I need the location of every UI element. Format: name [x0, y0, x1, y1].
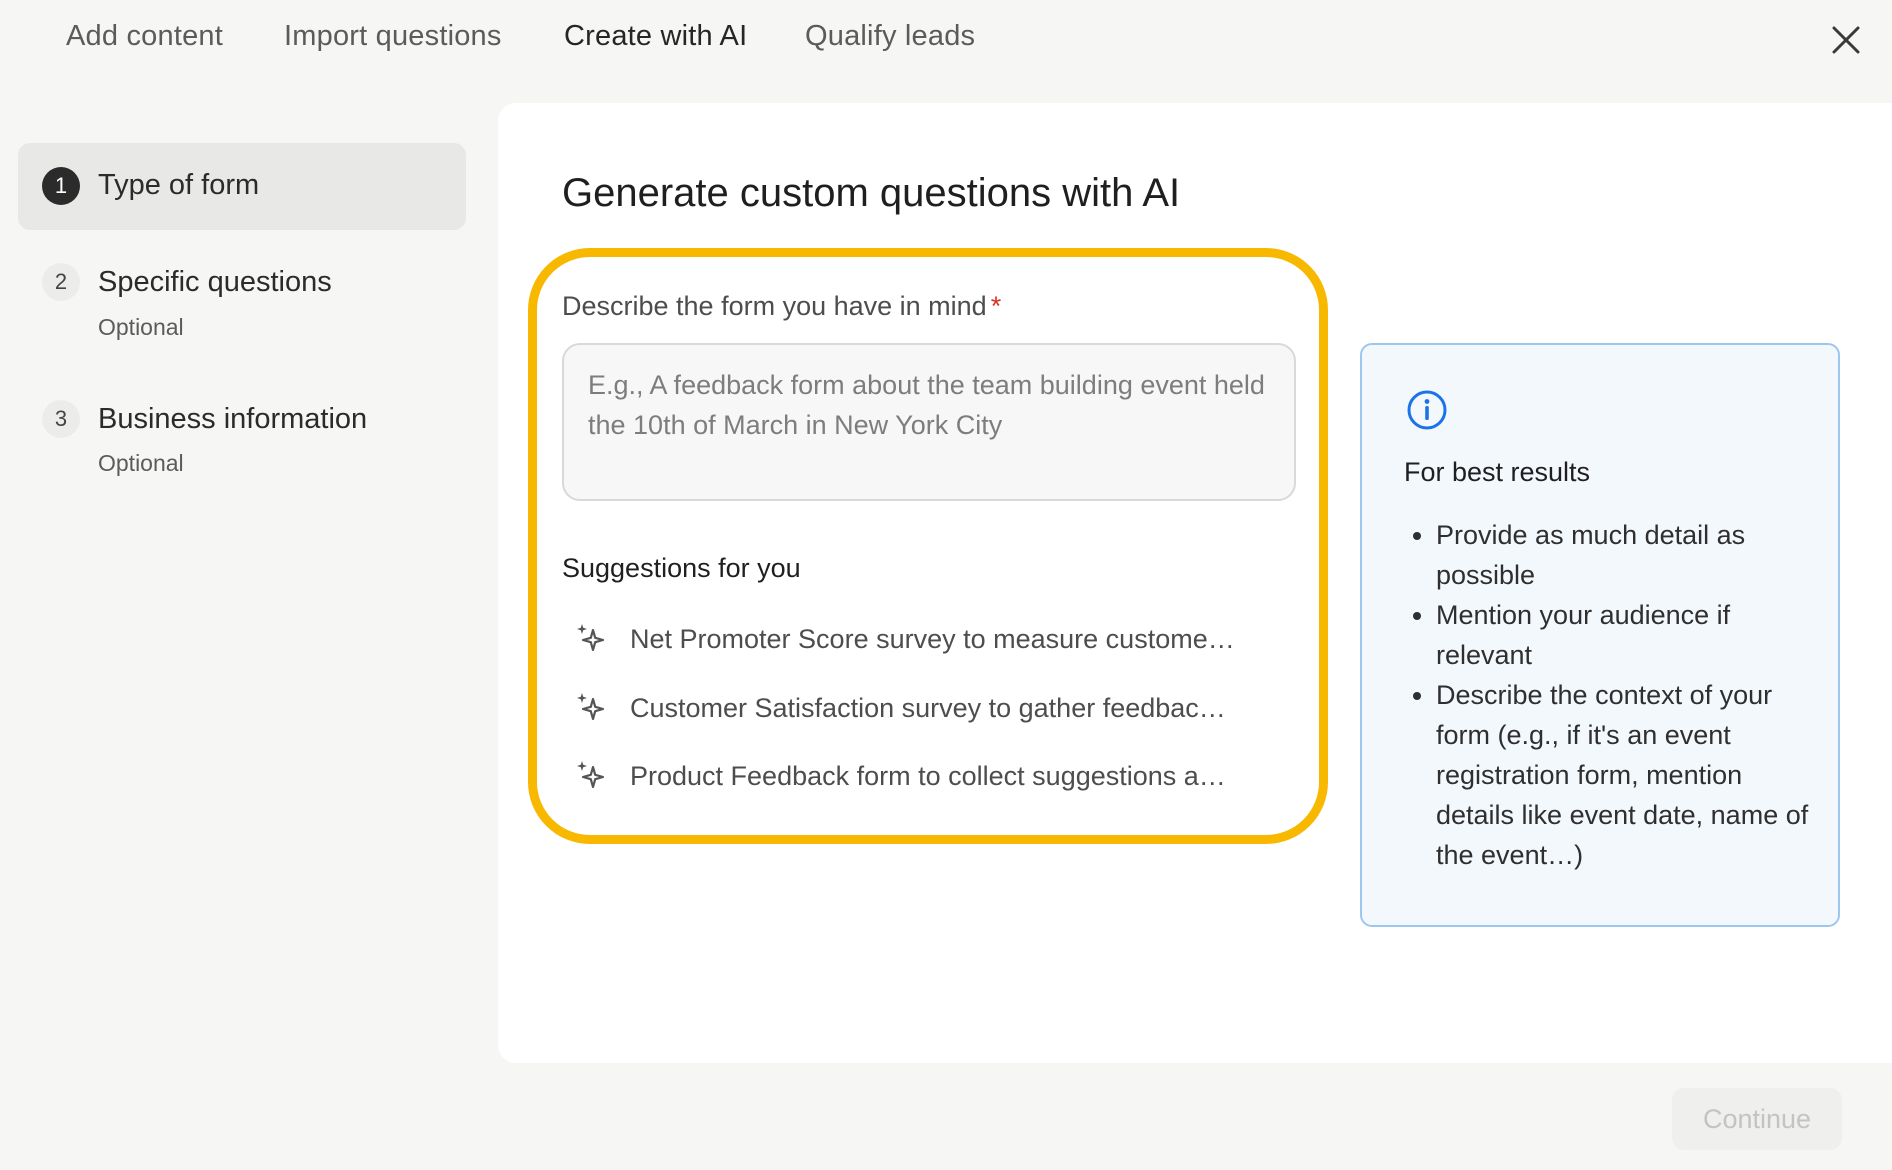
tab-import-questions[interactable]: Import questions	[284, 20, 502, 53]
step-number: 3	[42, 400, 80, 438]
suggestions-heading: Suggestions for you	[562, 553, 801, 583]
step-type-of-form[interactable]: 1 Type of form	[18, 143, 466, 230]
tip-item: Provide as much detail as possible	[1436, 515, 1826, 595]
sparkle-icon	[577, 693, 605, 721]
suggestion-text: Product Feedback form to collect suggest…	[630, 760, 1226, 791]
step-title: Specific questions	[98, 266, 332, 298]
step-subtitle: Optional	[98, 314, 184, 340]
main-panel: Generate custom questions with AI Descri…	[498, 103, 1892, 1063]
step-specific-questions[interactable]: 2 Specific questions Optional	[18, 250, 466, 350]
tab-qualify-leads[interactable]: Qualify leads	[805, 20, 975, 53]
sparkle-icon	[577, 761, 605, 789]
form-description-label: Describe the form you have in mind *	[562, 291, 1001, 322]
form-description-label-text: Describe the form you have in mind	[562, 291, 987, 321]
step-number: 2	[42, 263, 80, 301]
step-subtitle: Optional	[98, 450, 184, 476]
close-button[interactable]	[1828, 22, 1864, 58]
create-with-ai-dialog: Add content Import questions Create with…	[0, 0, 1892, 1170]
page-title: Generate custom questions with AI	[562, 171, 1181, 215]
sparkle-icon	[577, 624, 605, 652]
info-icon	[1407, 390, 1447, 430]
step-number: 1	[42, 167, 80, 205]
step-title: Business information	[98, 403, 368, 435]
tip-item: Describe the context of your form (e.g.,…	[1436, 675, 1826, 875]
suggestion-text: Net Promoter Score survey to measure cus…	[630, 623, 1235, 654]
suggestion-text: Customer Satisfaction survey to gather f…	[630, 692, 1226, 723]
step-business-information[interactable]: 3 Business information Optional	[18, 386, 466, 486]
step-title: Type of form	[98, 169, 260, 201]
tab-create-with-ai[interactable]: Create with AI	[564, 20, 747, 53]
best-results-info-box: For best results Provide as much detail …	[1360, 343, 1840, 927]
tip-item: Mention your audience if relevant	[1436, 595, 1826, 675]
suggestion-item[interactable]: Product Feedback form to collect suggest…	[574, 751, 1294, 801]
suggestion-item[interactable]: Customer Satisfaction survey to gather f…	[574, 683, 1294, 733]
close-icon	[1832, 26, 1860, 54]
suggestion-item[interactable]: Net Promoter Score survey to measure cus…	[574, 614, 1294, 664]
info-title: For best results	[1404, 457, 1591, 487]
tab-add-content[interactable]: Add content	[66, 20, 223, 53]
form-description-input[interactable]	[562, 343, 1296, 501]
continue-button[interactable]: Continue	[1672, 1088, 1842, 1150]
required-asterisk: *	[990, 291, 1002, 321]
top-tab-bar: Add content Import questions Create with…	[0, 0, 1892, 80]
tips-list: Provide as much detail as possible Menti…	[1436, 515, 1826, 875]
